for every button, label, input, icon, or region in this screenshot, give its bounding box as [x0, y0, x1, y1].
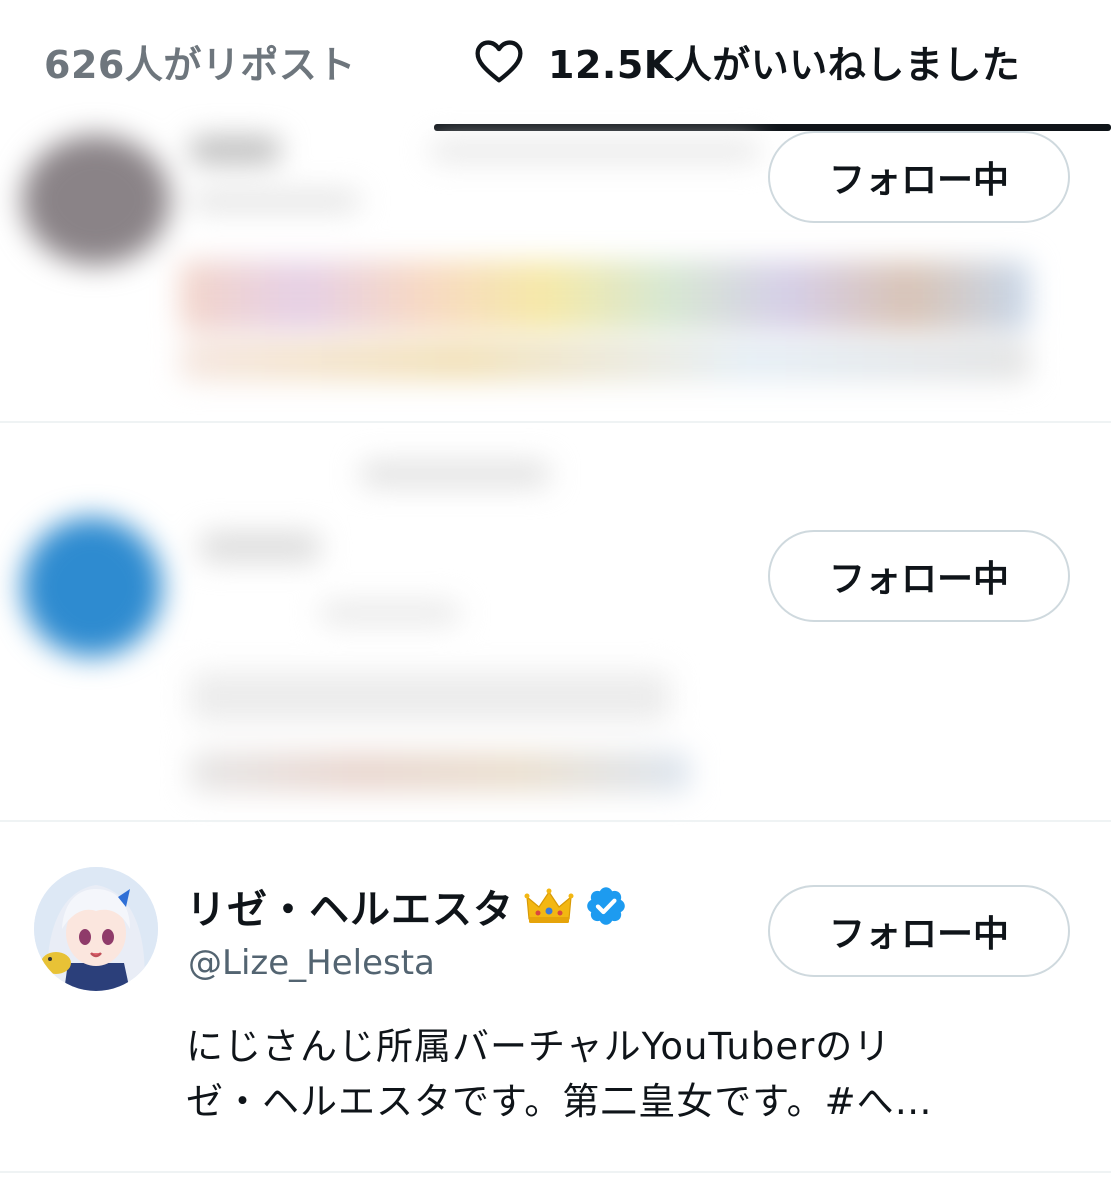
user-row[interactable]: リゼ・ヘルエスタ @Lize_Helesta フォロー中 にじさんじ所属バーチャ…	[0, 821, 1111, 1171]
tab-likes[interactable]: 12.5K人がいいねしました	[472, 0, 1020, 122]
tab-reposts-label: 626人がリポスト	[44, 42, 356, 87]
verified-badge-icon[interactable]	[584, 884, 628, 928]
bio-line: にじさんじ所属バーチャルYouTuberのリ	[186, 1025, 892, 1068]
user-handle[interactable]: @Lize_Helesta	[188, 943, 435, 983]
following-button-label: フォロー中	[828, 160, 1009, 201]
tab-reposts[interactable]: 626人がリポスト	[44, 0, 356, 122]
bio-line: ゼ・ヘルエスタです。第二皇女です。#へ…	[186, 1080, 933, 1123]
tab-likes-label: 12.5K人がいいねしました	[548, 42, 1021, 87]
likes-list-screen: 626人がリポスト 12.5K人がいいねしました フォロー中 フォロー中 リゼ・…	[0, 0, 1111, 1200]
user-row[interactable]: フォロー中	[0, 422, 1111, 820]
following-button-label: フォロー中	[828, 559, 1009, 600]
heart-outline-icon	[475, 40, 523, 83]
user-row[interactable]: フォロー中	[0, 131, 1111, 421]
crown-icon	[524, 888, 574, 923]
following-button[interactable]: フォロー中	[768, 131, 1070, 223]
user-bio: にじさんじ所属バーチャルYouTuberのリ ゼ・ヘルエスタです。第二皇女です。…	[186, 1019, 1066, 1129]
row-divider	[0, 1171, 1111, 1173]
following-button-label: フォロー中	[828, 914, 1009, 955]
active-tab-indicator	[434, 124, 1111, 131]
following-button[interactable]: フォロー中	[768, 530, 1070, 622]
name-line: リゼ・ヘルエスタ	[186, 877, 628, 935]
avatar-illustration	[34, 867, 158, 991]
display-name[interactable]: リゼ・ヘルエスタ	[186, 877, 514, 935]
following-button[interactable]: フォロー中	[768, 885, 1070, 977]
engagement-tabs: 626人がリポスト 12.5K人がいいねしました	[0, 0, 1111, 131]
avatar[interactable]	[34, 867, 158, 991]
